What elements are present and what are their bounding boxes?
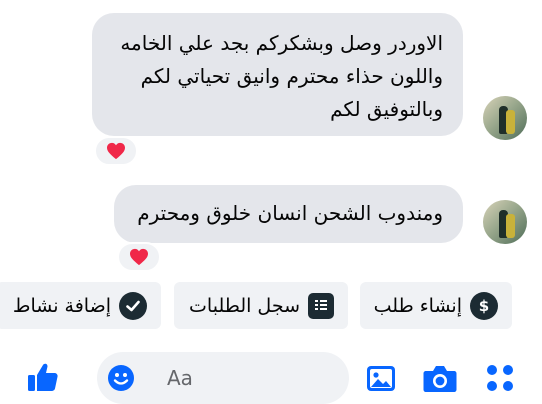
message-bubble[interactable]: ومندوب الشحن انسان خلوق ومحترم	[114, 185, 463, 243]
heart-reaction[interactable]	[94, 136, 138, 166]
thumbs-up-icon[interactable]	[26, 360, 60, 394]
dollar-icon: $	[470, 291, 498, 320]
heart-icon	[107, 142, 125, 160]
message-input-placeholder: Aa	[167, 366, 193, 390]
sender-avatar[interactable]	[483, 96, 527, 140]
receipt-list-icon	[308, 292, 334, 319]
svg-text:$: $	[479, 297, 489, 315]
message-line: وبالتوفيق لكم	[330, 97, 443, 121]
create-order-label: إنشاء طلب	[373, 294, 462, 317]
avatar-figure-accent	[506, 110, 515, 134]
order-history-button[interactable]: سجل الطلبات	[174, 282, 348, 329]
message-line: ومندوب الشحن انسان خلوق ومحترم	[137, 201, 443, 225]
gallery-icon[interactable]	[366, 365, 396, 392]
order-history-label: سجل الطلبات	[189, 294, 300, 317]
message-bubble[interactable]: الاوردر وصل وبشكركم بجد علي الخامه واللو…	[92, 13, 463, 136]
checkmark-icon	[119, 291, 147, 320]
avatar-figure-accent	[506, 214, 515, 238]
message-line: واللون حذاء محترم وانيق تحياتي لكم	[140, 64, 443, 88]
add-activity-label: إضافة نشاط	[12, 294, 111, 317]
create-order-button[interactable]: $ إنشاء طلب	[360, 282, 512, 329]
heart-icon	[130, 248, 148, 266]
more-apps-icon[interactable]	[486, 364, 514, 392]
message-input[interactable]: Aa	[97, 352, 349, 404]
sender-avatar[interactable]	[483, 200, 527, 244]
add-activity-button[interactable]: إضافة نشاط	[0, 282, 161, 329]
heart-reaction[interactable]	[117, 242, 161, 272]
emoji-icon[interactable]	[107, 364, 135, 392]
camera-icon[interactable]	[423, 364, 457, 393]
message-line: الاوردر وصل وبشكركم بجد علي الخامه	[120, 31, 443, 55]
